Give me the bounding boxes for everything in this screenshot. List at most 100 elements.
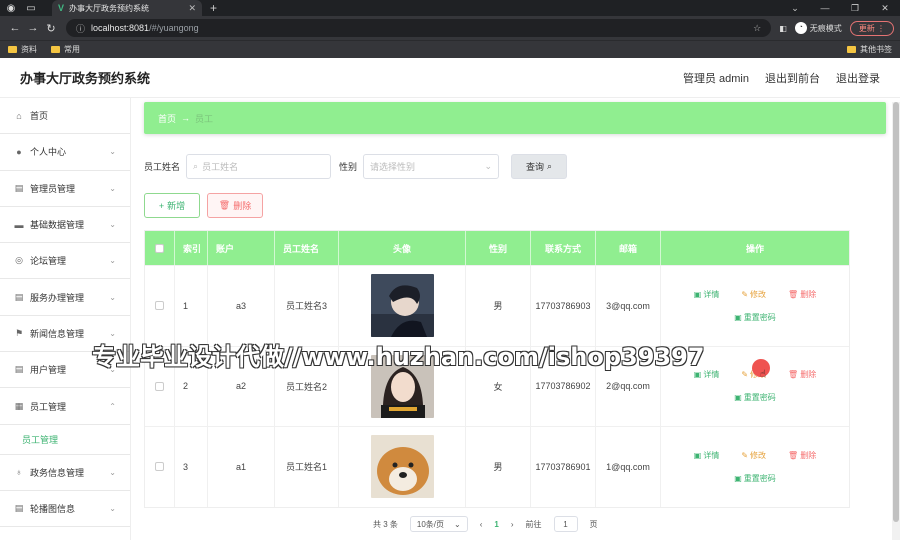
sidebar-item-home[interactable]: ⌂ 首页 <box>0 98 130 135</box>
edit-button[interactable]: ✎修改 <box>741 289 766 300</box>
close-tab-icon[interactable]: ✕ <box>188 3 196 14</box>
browser-menu-icon[interactable]: ◉ <box>4 1 18 15</box>
table-row: 1 a3 员工姓名3 男 17703786903 3@qq.com ▣ 详情 ✎… <box>145 265 849 346</box>
delete-button[interactable]: 🗑 删除 <box>788 450 816 461</box>
reset-label: 重置密码 <box>743 393 776 403</box>
sidebar-item-label: 轮播图信息 <box>30 504 76 515</box>
chevron-down-icon[interactable]: ⌄ <box>780 3 810 14</box>
url-input[interactable]: ⓘ localhost:8081/#/yuangong ☆ <box>66 19 772 37</box>
delete-button[interactable]: 🗑 删除 <box>788 369 816 380</box>
star-icon[interactable]: ☆ <box>753 23 761 34</box>
cell-index: 3 <box>175 427 208 507</box>
row-checkbox[interactable] <box>155 301 164 311</box>
reload-icon[interactable]: ↻ <box>42 22 60 35</box>
main-content: 首页 → 员工 员工姓名 ⌕ 员工姓名 性别 请选择性别 ⌄ 查询 ⌕ + 新增 … <box>131 98 900 540</box>
row-checkbox[interactable] <box>155 381 164 391</box>
monitor-icon: ▬ <box>14 219 24 230</box>
window-controls: ⌄ — ❐ ✕ <box>780 3 900 14</box>
sidebar-item-profile[interactable]: ● 个人中心 ⌄ <box>0 134 130 171</box>
delete-button[interactable]: 🗑 删除 <box>788 289 816 300</box>
sidebar-item-services[interactable]: ▤ 服务办理管理 ⌄ <box>0 279 130 316</box>
info-icon[interactable]: ⓘ <box>76 22 85 35</box>
other-bookmarks[interactable]: 其他书签 <box>847 44 892 55</box>
incognito-label: 无痕模式 <box>809 23 842 33</box>
name-placeholder: 员工姓名 <box>202 162 239 172</box>
edit-icon: ✎ <box>741 450 749 460</box>
breadcrumb-home[interactable]: 首页 <box>158 112 176 125</box>
gender-select[interactable]: 请选择性别 ⌄ <box>363 154 500 179</box>
sidebar-item-label: 政务信息管理 <box>30 467 85 478</box>
select-all-checkbox[interactable] <box>155 243 164 253</box>
search-icon: ⌕ <box>547 161 553 171</box>
browser-tab[interactable]: V 办事大厅政务预约系统 ✕ <box>52 0 202 16</box>
header-account[interactable]: 账户 <box>208 231 275 265</box>
close-window-icon[interactable]: ✕ <box>870 3 900 14</box>
trash-icon: 🗑 <box>218 200 231 210</box>
browser-tabbar: ◉ ▭ V 办事大厅政务预约系统 ✕ + ⌄ — ❐ ✕ <box>0 0 900 16</box>
scrollbar[interactable] <box>892 102 900 540</box>
batch-delete-button[interactable]: 🗑 删除 <box>207 193 263 218</box>
incognito-indicator[interactable]: ◔ 无痕模式 <box>794 22 842 34</box>
tab-title: 办事大厅政务预约系统 <box>69 3 150 13</box>
sidebar-subitem-staff[interactable]: 员工管理 <box>0 425 130 455</box>
sidepanel-icon[interactable]: ◧ <box>779 24 787 33</box>
back-to-front-link[interactable]: 退出到前台 <box>765 70 820 86</box>
chevron-down-icon: ⌄ <box>109 220 116 230</box>
chevron-down-icon: ⌄ <box>109 147 116 157</box>
bookmark-folder-2[interactable]: 常用 <box>51 44 80 55</box>
new-tab-icon[interactable]: + <box>210 1 217 15</box>
breadcrumb-current: 员工 <box>195 113 214 124</box>
add-button[interactable]: + 新增 <box>144 193 200 218</box>
cell-name: 员工姓名3 <box>275 266 339 346</box>
tab-search-icon[interactable]: ▭ <box>24 1 38 15</box>
reset-password-button[interactable]: ▣ 重置密码 <box>734 473 776 484</box>
sidebar-item-basedata[interactable]: ▬ 基础数据管理 ⌄ <box>0 207 130 244</box>
name-search-input[interactable]: ⌕ 员工姓名 <box>186 154 332 179</box>
sidebar-item-carousel[interactable]: ▤ 轮播图信息 ⌄ <box>0 491 130 528</box>
sidebar-item-staff[interactable]: ▦ 员工管理 ⌃ <box>0 388 130 425</box>
header-gender[interactable]: 性别 <box>466 231 531 265</box>
back-icon[interactable]: ← <box>6 22 24 34</box>
update-button[interactable]: 更新 ⋮ <box>849 20 894 36</box>
delete-label: 删除 <box>233 201 252 211</box>
edit-button[interactable]: ✎修改 <box>741 450 766 461</box>
sidebar-item-gov-info[interactable]: ♁ 政务信息管理 ⌄ <box>0 455 130 491</box>
page-size-select[interactable]: 10条/页 ⌄ <box>409 516 468 532</box>
prev-page-icon[interactable]: ‹ <box>480 520 483 529</box>
header-name[interactable]: 员工姓名 <box>275 231 339 265</box>
avatar-image <box>370 274 434 338</box>
bookmark-folder-1[interactable]: 资料 <box>8 44 37 55</box>
edit-icon: ✎ <box>741 289 749 299</box>
clipboard-icon: ▤ <box>14 291 24 302</box>
flag-icon: ⚑ <box>14 327 24 338</box>
pagination: 共 3 条 10条/页 ⌄ ‹ 1 › 前往 1 页 <box>373 516 598 532</box>
sidebar-item-forum[interactable]: ◎ 论坛管理 ⌄ <box>0 243 130 280</box>
header-avatar[interactable]: 头像 <box>339 231 466 265</box>
header-index[interactable]: 索引 <box>175 231 208 265</box>
reset-password-button[interactable]: ▣ 重置密码 <box>734 312 776 323</box>
logout-link[interactable]: 退出登录 <box>836 70 880 86</box>
header-phone[interactable]: 联系方式 <box>531 231 596 265</box>
reset-password-button[interactable]: ▣ 重置密码 <box>734 392 776 403</box>
sidebar-item-label: 用户管理 <box>30 365 67 376</box>
maximize-icon[interactable]: ❐ <box>840 3 870 14</box>
goto-input[interactable]: 1 <box>553 516 578 532</box>
forward-icon[interactable]: → <box>24 22 42 34</box>
detail-label: 详情 <box>703 289 720 299</box>
minimize-icon[interactable]: — <box>810 3 840 14</box>
row-checkbox[interactable] <box>155 462 164 472</box>
detail-button[interactable]: ▣ 详情 <box>694 450 720 461</box>
query-button[interactable]: 查询 ⌕ <box>511 154 568 179</box>
sidebar-item-admins[interactable]: ▤ 管理员管理 ⌄ <box>0 171 130 207</box>
page-number[interactable]: 1 <box>494 520 498 529</box>
cell-account: a3 <box>208 266 275 346</box>
chevron-down-icon: ⌄ <box>109 292 116 302</box>
chevron-down-icon: ⌄ <box>109 504 116 514</box>
cell-gender: 男 <box>466 427 531 507</box>
next-page-icon[interactable]: › <box>511 520 514 529</box>
detail-button[interactable]: ▣ 详情 <box>694 289 720 300</box>
header-email[interactable]: 邮箱 <box>596 231 661 265</box>
pointer-cursor-icon: ☝ <box>760 369 767 380</box>
scrollbar-thumb[interactable] <box>893 102 899 522</box>
delete-label: 删除 <box>800 370 817 380</box>
